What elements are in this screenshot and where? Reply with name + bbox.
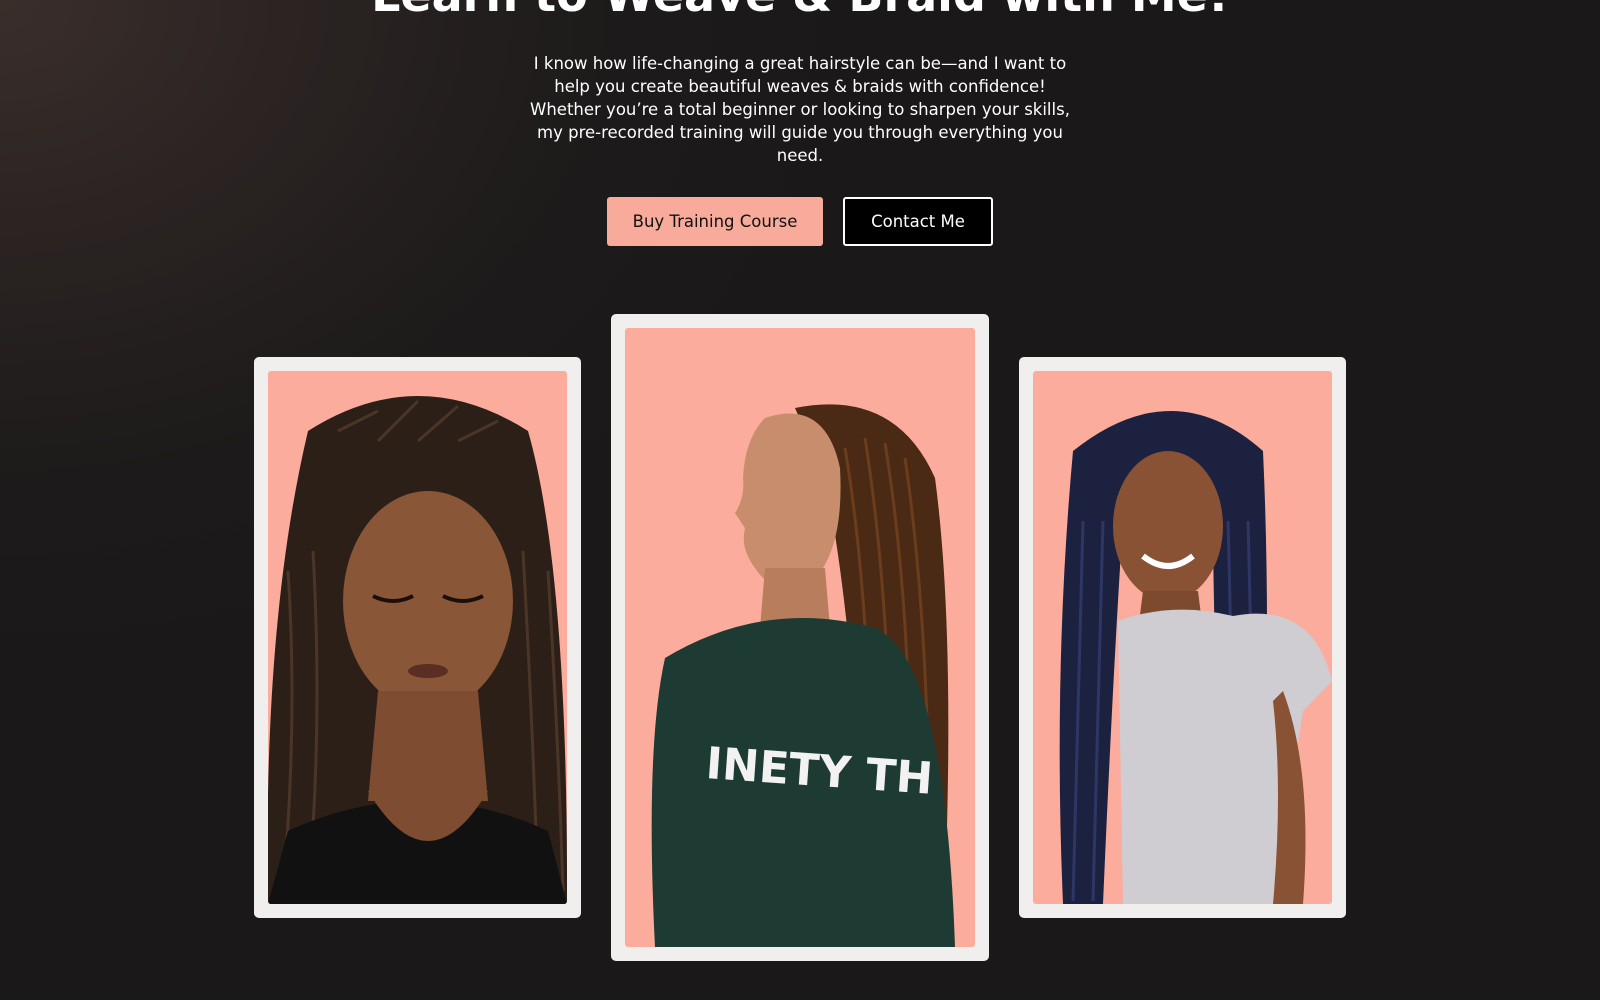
page-title: Learn to Weave & Braid with Me! [0, 0, 1600, 20]
buy-training-course-button[interactable]: Buy Training Course [607, 197, 823, 246]
gallery-card-center: INETY TH [611, 314, 989, 961]
gallery-card-right [1019, 357, 1346, 918]
photo-braided-hairstyle-3 [1033, 371, 1332, 904]
gallery-card-left [254, 357, 581, 918]
photo-braided-hairstyle-1 [268, 371, 567, 904]
photo-braided-hairstyle-2: INETY TH [625, 328, 975, 947]
contact-me-button[interactable]: Contact Me [843, 197, 993, 246]
hero-description: I know how life-changing a great hairsty… [530, 54, 1070, 165]
